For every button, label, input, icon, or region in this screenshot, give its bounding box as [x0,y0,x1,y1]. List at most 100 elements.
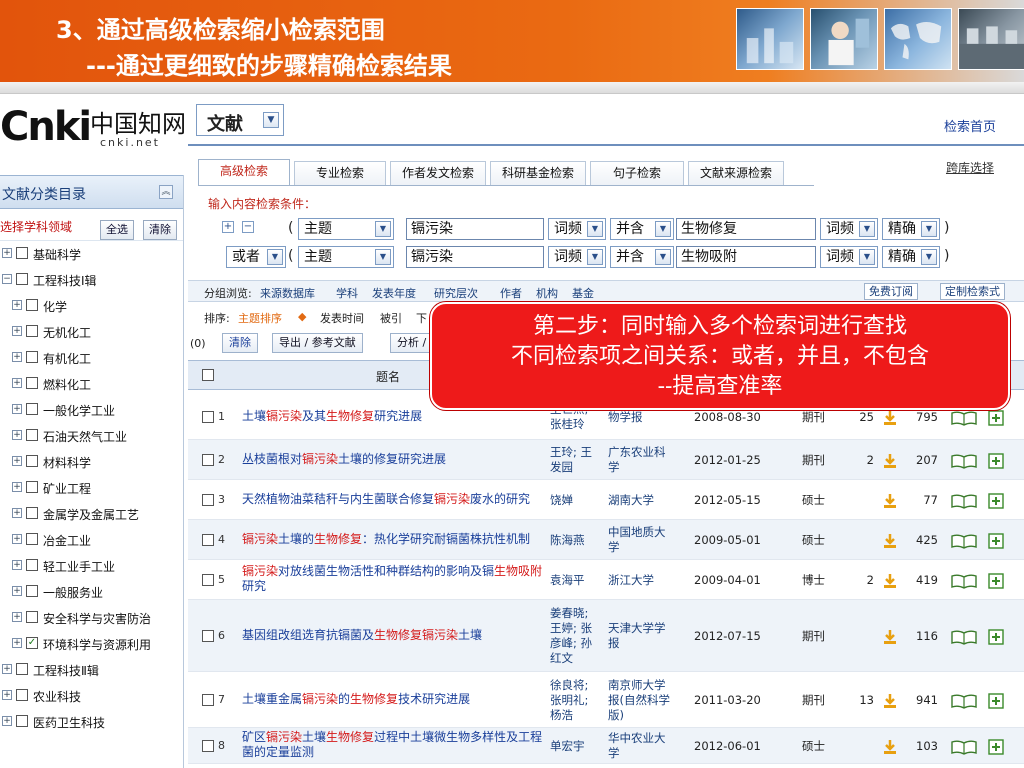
author-link[interactable]: 陈海燕 [550,533,606,548]
result-title-link[interactable]: 土壤镉污染及其生物修复研究进展 [242,409,544,424]
read-online-icon[interactable] [950,739,978,755]
sort-by-date[interactable]: 发表时间 [320,310,364,326]
remove-row-icon[interactable]: − [242,221,254,233]
author-link[interactable]: 姜春晓; 王婷; 张 彦峰; 孙 红文 [550,606,606,666]
expand-node-icon[interactable]: + [12,638,22,648]
download-icon[interactable] [882,573,898,589]
sidebar-item[interactable]: + 石油天然气工业 [0,423,183,449]
subject-checkbox[interactable] [26,429,38,441]
source-link[interactable]: 广东农业科 学 [608,445,684,475]
download-icon[interactable] [882,739,898,755]
expand-node-icon[interactable]: + [12,482,22,492]
expand-node-icon[interactable]: + [2,664,12,674]
add-to-list-icon[interactable] [988,738,1004,755]
row-checkbox[interactable] [202,693,214,706]
sidebar-item[interactable]: + 医药卫生科技 [0,709,183,735]
subject-checkbox[interactable] [26,377,38,389]
download-icon[interactable] [882,533,898,549]
frequency2-select[interactable]: 词频 ▼ [820,246,878,268]
subject-checkbox[interactable] [26,533,38,545]
match-select[interactable]: 精确 ▼ [882,246,940,268]
sidebar-item[interactable]: + 基础科学 [0,241,183,267]
add-to-list-icon[interactable] [988,692,1004,709]
row-checkbox[interactable] [202,453,214,466]
sidebar-item[interactable]: + 一般服务业 [0,579,183,605]
expand-node-icon[interactable]: + [2,716,12,726]
subject-checkbox[interactable] [26,481,38,493]
subject-checkbox[interactable] [16,247,28,259]
tab-fund-search[interactable]: 科研基金检索 [490,161,586,185]
author-link[interactable]: 袁海平 [550,573,606,588]
clear-selection-button[interactable]: 清除 [222,333,258,353]
download-icon[interactable] [882,493,898,509]
term2-input[interactable]: 生物吸附 [676,246,816,268]
select-all-button[interactable]: 全选 [100,220,134,240]
subject-checkbox[interactable] [16,715,28,727]
cross-db-link[interactable]: 跨库选择 [946,159,994,176]
expand-node-icon[interactable]: + [12,300,22,310]
browse-level[interactable]: 研究层次 [434,285,478,301]
subject-checkbox[interactable] [26,351,38,363]
add-to-list-icon[interactable] [988,492,1004,509]
relation-select[interactable]: 并含 ▼ [610,246,674,268]
row-checkbox[interactable] [202,573,214,586]
tab-professional-search[interactable]: 专业检索 [294,161,386,185]
browse-fund[interactable]: 基金 [572,285,594,301]
download-icon[interactable] [882,629,898,645]
sidebar-item[interactable]: + 安全科学与灾害防治 [0,605,183,631]
source-link[interactable]: 湖南大学 [608,493,684,508]
term2-input[interactable]: 生物修复 [676,218,816,240]
sidebar-item[interactable]: + 有机化工 [0,345,183,371]
field-select[interactable]: 主题 ▼ [298,246,394,268]
expand-node-icon[interactable]: + [12,378,22,388]
result-title-link[interactable]: 土壤重金属镉污染的生物修复技术研究进展 [242,692,544,707]
subject-checkbox[interactable] [16,273,28,285]
subject-checkbox[interactable] [26,455,38,467]
add-to-list-icon[interactable] [988,409,1004,426]
sort-by-cited[interactable]: 被引 [380,310,402,326]
read-online-icon[interactable] [950,573,978,589]
expand-node-icon[interactable]: + [2,690,12,700]
relation-select[interactable]: 并含 ▼ [610,218,674,240]
expand-node-icon[interactable]: + [12,534,22,544]
expand-node-icon[interactable]: + [12,430,22,440]
sidebar-item[interactable]: − 工程科技Ⅰ辑 [0,267,183,293]
subject-checkbox[interactable] [16,689,28,701]
cnki-logo[interactable]: Cnki 中国知网 cnki.net [0,98,186,158]
expand-node-icon[interactable]: + [12,352,22,362]
subject-checkbox[interactable]: ✓ [26,637,38,649]
term-input[interactable]: 镉污染 [406,246,544,268]
result-title-link[interactable]: 天然植物油菜秸秆与内生菌联合修复镉污染废水的研究 [242,492,544,507]
frequency2-select[interactable]: 词频 ▼ [820,218,878,240]
custom-query-button[interactable]: 定制检索式 [940,283,1005,300]
row-checkbox[interactable] [202,629,214,642]
read-online-icon[interactable] [950,493,978,509]
subject-checkbox[interactable] [26,403,38,415]
row-checkbox[interactable] [202,739,214,752]
sidebar-item[interactable]: + 燃料化工 [0,371,183,397]
row-checkbox[interactable] [202,533,214,546]
expand-node-icon[interactable]: + [12,612,22,622]
subject-checkbox[interactable] [26,299,38,311]
author-link[interactable]: 王玲; 王 发园 [550,445,606,475]
add-to-list-icon[interactable] [988,628,1004,645]
expand-node-icon[interactable]: + [12,508,22,518]
clear-subjects-button[interactable]: 清除 [143,220,177,240]
doc-type-select[interactable]: 文献 ▼ [196,104,284,136]
tab-author-search[interactable]: 作者发文检索 [390,161,486,185]
source-link[interactable]: 浙江大学 [608,573,684,588]
expand-node-icon[interactable]: + [12,586,22,596]
sidebar-item[interactable]: + 材料科学 [0,449,183,475]
row-checkbox[interactable] [202,493,214,506]
add-to-list-icon[interactable] [988,452,1004,469]
author-link[interactable]: 徐良将; 张明礼; 杨浩 [550,678,606,723]
subject-checkbox[interactable] [26,585,38,597]
sidebar-item[interactable]: + 轻工业手工业 [0,553,183,579]
tab-sentence-search[interactable]: 句子检索 [590,161,684,185]
source-link[interactable]: 物学报 [608,410,684,425]
expand-node-icon[interactable]: + [2,248,12,258]
author-link[interactable]: 单宏宇 [550,739,606,754]
browse-author[interactable]: 作者 [500,285,522,301]
source-link[interactable]: 天津大学学 报 [608,621,684,651]
result-title-link[interactable]: 镉污染对放线菌生物活性和种群结构的影响及镉生物吸附研究 [242,564,544,594]
